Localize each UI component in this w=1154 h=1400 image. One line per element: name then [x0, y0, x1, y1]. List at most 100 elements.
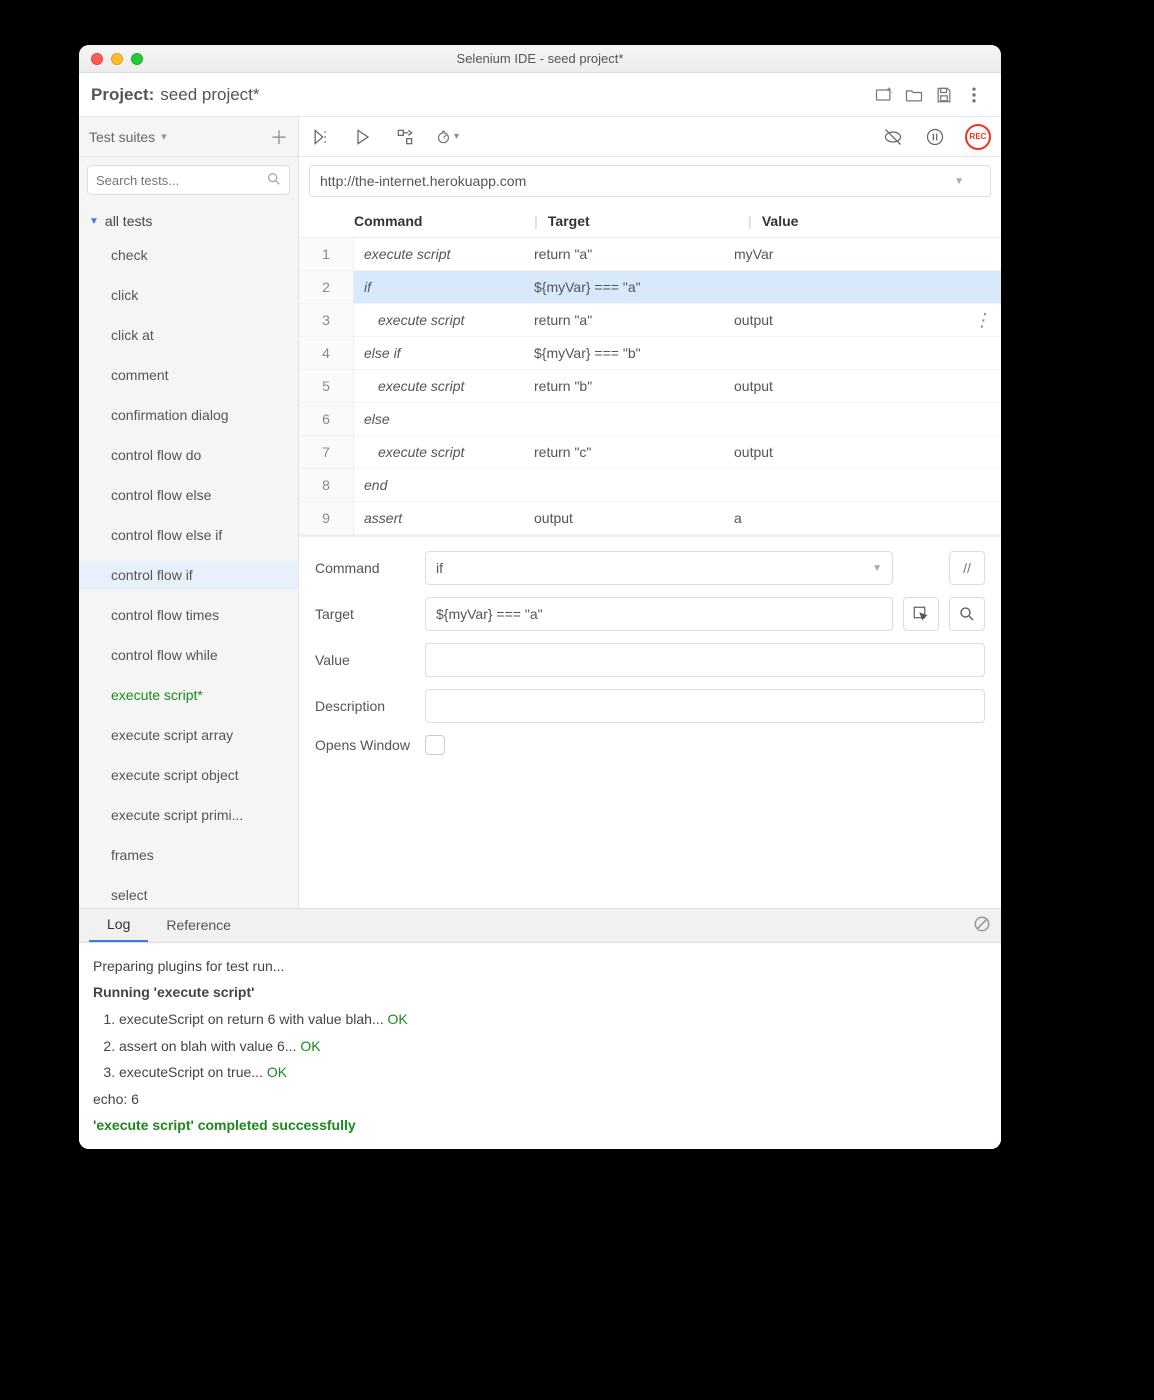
row-command: execute script: [354, 246, 534, 262]
command-row[interactable]: 1execute scriptreturn "a"myVar: [299, 238, 1001, 271]
row-number: 2: [299, 271, 354, 303]
search-input[interactable]: [87, 165, 290, 195]
titlebar: Selenium IDE - seed project*: [79, 45, 1001, 73]
expand-icon: ▼: [89, 216, 99, 227]
tree-item[interactable]: control flow while: [79, 641, 298, 669]
header-value: Value: [762, 213, 1001, 229]
tab-log[interactable]: Log: [89, 909, 148, 942]
label-target: Target: [315, 606, 415, 622]
row-number: 4: [299, 337, 354, 369]
clear-log-button[interactable]: [973, 915, 991, 936]
row-command: execute script: [354, 378, 534, 394]
command-row[interactable]: 8end: [299, 469, 1001, 502]
speed-button[interactable]: ▾: [435, 125, 459, 149]
project-name[interactable]: seed project*: [160, 85, 259, 105]
log-line-running: Running 'execute script': [93, 979, 987, 1006]
command-row[interactable]: 6else: [299, 403, 1001, 436]
window-title: Selenium IDE - seed project*: [79, 51, 1001, 66]
row-target: output: [534, 510, 734, 526]
tree-root-label: all tests: [105, 213, 152, 229]
open-project-button[interactable]: [899, 80, 929, 110]
row-target: ${myVar} === "b": [534, 345, 734, 361]
tree-item[interactable]: comment: [79, 361, 298, 389]
tree-item[interactable]: confirmation dialog: [79, 401, 298, 429]
project-bar: Project: seed project*: [79, 73, 1001, 117]
value-input[interactable]: [425, 643, 985, 677]
sidebar-header[interactable]: Test suites ▾ ＋: [79, 117, 298, 157]
row-target: return "a": [534, 246, 734, 262]
project-label: Project:: [91, 85, 154, 105]
command-row[interactable]: 7execute scriptreturn "c"output: [299, 436, 1001, 469]
target-input[interactable]: ${myVar} === "a": [425, 597, 893, 631]
description-input[interactable]: [425, 689, 985, 723]
row-target: ${myVar} === "a": [534, 279, 734, 295]
label-value: Value: [315, 652, 415, 668]
app-window: Selenium IDE - seed project* Project: se…: [79, 45, 1001, 1149]
kebab-menu-button[interactable]: [959, 80, 989, 110]
run-toolbar: ▾ REC: [299, 117, 1001, 157]
record-button[interactable]: REC: [965, 124, 991, 150]
log-line-success: 'execute script' completed successfully: [93, 1112, 987, 1139]
tree-item[interactable]: control flow times: [79, 601, 298, 629]
tree-item[interactable]: control flow do: [79, 441, 298, 469]
row-command: execute script: [354, 312, 534, 328]
opens-window-checkbox[interactable]: [425, 735, 445, 755]
add-test-button[interactable]: ＋: [270, 124, 288, 150]
tab-reference[interactable]: Reference: [148, 909, 249, 942]
tree-item[interactable]: select: [79, 881, 298, 908]
command-row[interactable]: 4else if${myVar} === "b": [299, 337, 1001, 370]
new-project-button[interactable]: [869, 80, 899, 110]
command-row[interactable]: 5execute scriptreturn "b"output: [299, 370, 1001, 403]
dropdown-icon: ▼: [954, 176, 964, 187]
log-line: executeScript on true... OK: [119, 1059, 987, 1086]
find-target-button[interactable]: [949, 597, 985, 631]
row-command: assert: [354, 510, 534, 526]
row-number: 9: [299, 502, 354, 534]
step-button[interactable]: [393, 125, 417, 149]
base-url-value: http://the-internet.herokuapp.com: [320, 173, 526, 189]
tree-item[interactable]: click: [79, 281, 298, 309]
row-number: 1: [299, 238, 354, 270]
row-command: end: [354, 477, 534, 493]
tree-item[interactable]: control flow else if: [79, 521, 298, 549]
comment-toggle-button[interactable]: //: [949, 551, 985, 585]
select-target-button[interactable]: [903, 597, 939, 631]
tree-item[interactable]: execute script array: [79, 721, 298, 749]
tree-item[interactable]: control flow if: [79, 561, 298, 589]
command-row[interactable]: 2if${myVar} === "a": [299, 271, 1001, 304]
search-box: [87, 165, 290, 195]
label-command: Command: [315, 560, 415, 576]
tree-item[interactable]: check: [79, 241, 298, 269]
row-value: output: [734, 378, 1001, 394]
tree-item[interactable]: execute script primi...: [79, 801, 298, 829]
tree-item[interactable]: execute script*: [79, 681, 298, 709]
run-button[interactable]: [351, 125, 375, 149]
pause-button[interactable]: [923, 125, 947, 149]
run-all-button[interactable]: [309, 125, 333, 149]
label-description: Description: [315, 698, 415, 714]
tree-item[interactable]: execute script object: [79, 761, 298, 789]
tree-root[interactable]: ▼ all tests: [79, 207, 298, 235]
tree-item[interactable]: click at: [79, 321, 298, 349]
main-area: Test suites ▾ ＋ ▼ all tests check click cl…: [79, 117, 1001, 908]
bottom-tabs: Log Reference: [79, 909, 1001, 943]
row-number: 8: [299, 469, 354, 501]
search-icon: [266, 171, 282, 190]
row-number: 6: [299, 403, 354, 435]
row-command: else: [354, 411, 534, 427]
sidebar-header-label: Test suites: [89, 129, 155, 145]
tree-item[interactable]: frames: [79, 841, 298, 869]
row-command: if: [354, 279, 534, 295]
disable-breakpoints-button[interactable]: [881, 125, 905, 149]
command-input[interactable]: if ▼: [425, 551, 893, 585]
save-project-button[interactable]: [929, 80, 959, 110]
bottom-panel: Log Reference Preparing plugins for test…: [79, 908, 1001, 1149]
base-url-input[interactable]: http://the-internet.herokuapp.com ▼: [309, 165, 991, 197]
command-table-header: Command | Target | Value: [299, 205, 1001, 238]
command-row[interactable]: 3execute scriptreturn "a"output: [299, 304, 1001, 337]
command-row[interactable]: 9assertoutputa: [299, 502, 1001, 535]
tree-item[interactable]: control flow else: [79, 481, 298, 509]
row-value: a: [734, 510, 1001, 526]
command-table-body: 1execute scriptreturn "a"myVar2if${myVar…: [299, 238, 1001, 536]
row-command: else if: [354, 345, 534, 361]
